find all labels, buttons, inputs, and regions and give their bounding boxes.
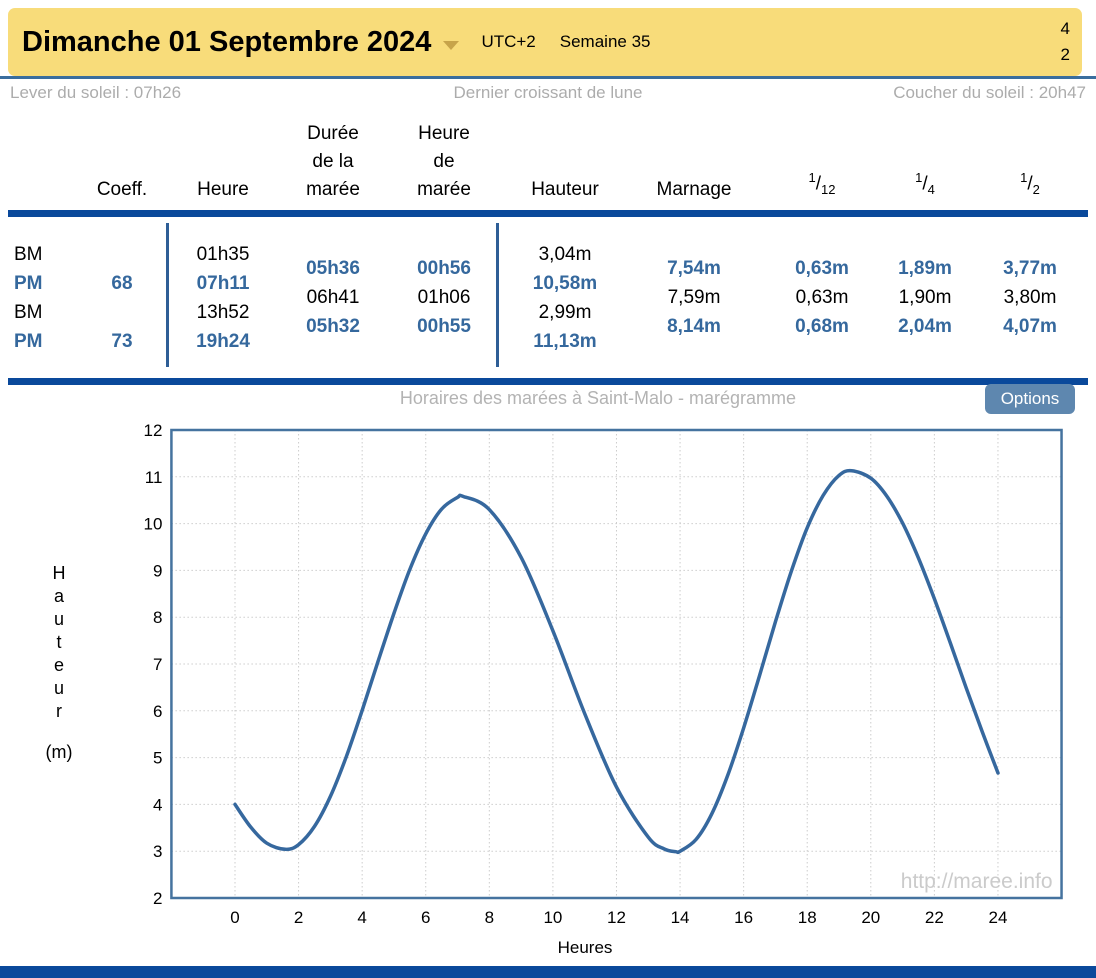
y-tick-label: 7 <box>153 655 162 674</box>
page-title: Dimanche 01 Septembre 2024 <box>22 26 431 59</box>
header-underline <box>0 76 1096 79</box>
table-cell-marnage: 8,14m <box>624 315 764 339</box>
tide-table-header: Coeff.HeureDurée de la maréeHeure de mar… <box>0 116 1096 206</box>
y-tick-label: 3 <box>153 842 162 861</box>
x-tick-label: 20 <box>861 908 880 927</box>
y-tick-label: 12 <box>143 421 162 440</box>
x-axis-title: Heures <box>558 938 613 957</box>
sunset-label: Coucher du soleil : 20h47 <box>893 83 1086 103</box>
x-tick-label: 2 <box>294 908 303 927</box>
x-tick-label: 22 <box>925 908 944 927</box>
table-cell-f2: 4,07m <box>960 315 1096 339</box>
column-header-f2: 1/2 <box>960 164 1096 204</box>
table-cell-type: BM <box>14 301 84 325</box>
table-cell-hauteur: 11,13m <box>495 330 635 354</box>
x-tick-label: 6 <box>421 908 430 927</box>
table-cell-marnage: 7,54m <box>624 257 764 281</box>
table-cell-f2: 3,77m <box>960 257 1096 281</box>
y-tick-label: 6 <box>153 702 162 721</box>
timezone-label[interactable]: UTC+2 <box>481 32 535 52</box>
next-day-separator <box>0 966 1096 978</box>
table-cell-marnage: 7,59m <box>624 286 764 310</box>
x-tick-label: 4 <box>357 908 366 927</box>
table-cell-type: BM <box>14 243 84 267</box>
options-button[interactable]: Options <box>985 384 1075 414</box>
tide-table-body: BM01h353,04mPM6807h1110,58mBM13h522,99mP… <box>0 217 1096 373</box>
tide-chart: http://maree.info23456789101112024681012… <box>0 415 1096 965</box>
table-cell-heure_maree: 00h55 <box>374 315 514 339</box>
day-header: Dimanche 01 Septembre 2024 UTC+2 Semaine… <box>8 8 1082 76</box>
y-tick-label: 4 <box>153 795 162 814</box>
x-tick-label: 12 <box>607 908 626 927</box>
y-tick-label: 9 <box>153 561 162 580</box>
x-tick-label: 14 <box>671 908 690 927</box>
column-header-hauteur: Hauteur <box>495 176 635 204</box>
column-header-marnage: Marnage <box>624 176 764 204</box>
y-tick-label: 5 <box>153 749 162 768</box>
table-cell-heure_maree: 01h06 <box>374 286 514 310</box>
y-tick-label: 2 <box>153 889 162 908</box>
table-cell-f2: 3,80m <box>960 286 1096 310</box>
table-cell-heure_maree: 00h56 <box>374 257 514 281</box>
header-right-values: 4 2 <box>1061 16 1072 68</box>
sun-info-row: Dernier croissant de lune Lever du solei… <box>0 83 1096 105</box>
x-tick-label: 18 <box>798 908 817 927</box>
table-divider-top <box>8 210 1088 217</box>
table-cell-hauteur: 2,99m <box>495 301 635 325</box>
table-cell-hauteur: 3,04m <box>495 243 635 267</box>
chart-title: Horaires des marées à Saint-Malo - marég… <box>150 388 1046 409</box>
table-divider-bottom <box>8 378 1088 385</box>
week-label: Semaine 35 <box>560 32 651 52</box>
y-tick-label: 8 <box>153 608 162 627</box>
sunrise-label: Lever du soleil : 07h26 <box>10 83 181 103</box>
y-tick-label: 10 <box>143 515 162 534</box>
y-tick-label: 11 <box>145 468 163 487</box>
chevron-down-icon[interactable] <box>443 41 459 50</box>
x-tick-label: 8 <box>485 908 494 927</box>
header-right-line-1: 4 <box>1061 16 1070 42</box>
column-header-heure_maree: Heure de marée <box>374 120 514 204</box>
table-cell-hauteur: 10,58m <box>495 272 635 296</box>
x-tick-label: 0 <box>230 908 239 927</box>
x-tick-label: 10 <box>543 908 562 927</box>
x-tick-label: 24 <box>988 908 1007 927</box>
header-right-line-2: 2 <box>1061 42 1070 68</box>
x-tick-label: 16 <box>734 908 753 927</box>
watermark: http://maree.info <box>901 870 1053 893</box>
